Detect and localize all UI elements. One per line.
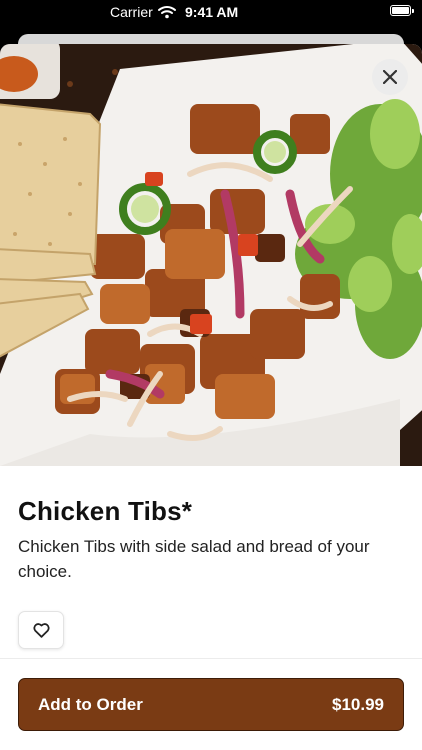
add-to-order-button[interactable]: Add to Order $10.99 (18, 678, 404, 731)
item-detail-sheet: Chicken Tibs* Chicken Tibs with side sal… (0, 44, 422, 750)
favorite-button[interactable] (18, 611, 64, 649)
home-indicator[interactable] (143, 736, 279, 741)
price-label: $10.99 (332, 694, 384, 714)
status-bar: Carrier 9:41 AM (0, 0, 422, 26)
carrier-label: Carrier (110, 4, 153, 20)
item-photo (0, 44, 422, 466)
battery-icon (390, 5, 414, 16)
item-title: Chicken Tibs* (18, 496, 193, 526)
wifi-icon (158, 6, 176, 19)
item-description: Chicken Tibs with side salad and bread o… (18, 537, 370, 581)
clock: 9:41 AM (185, 4, 239, 20)
close-icon (383, 70, 397, 84)
divider (0, 658, 422, 659)
add-to-order-label: Add to Order (38, 694, 143, 714)
close-button[interactable] (372, 59, 408, 95)
heart-outline-icon (32, 622, 50, 638)
